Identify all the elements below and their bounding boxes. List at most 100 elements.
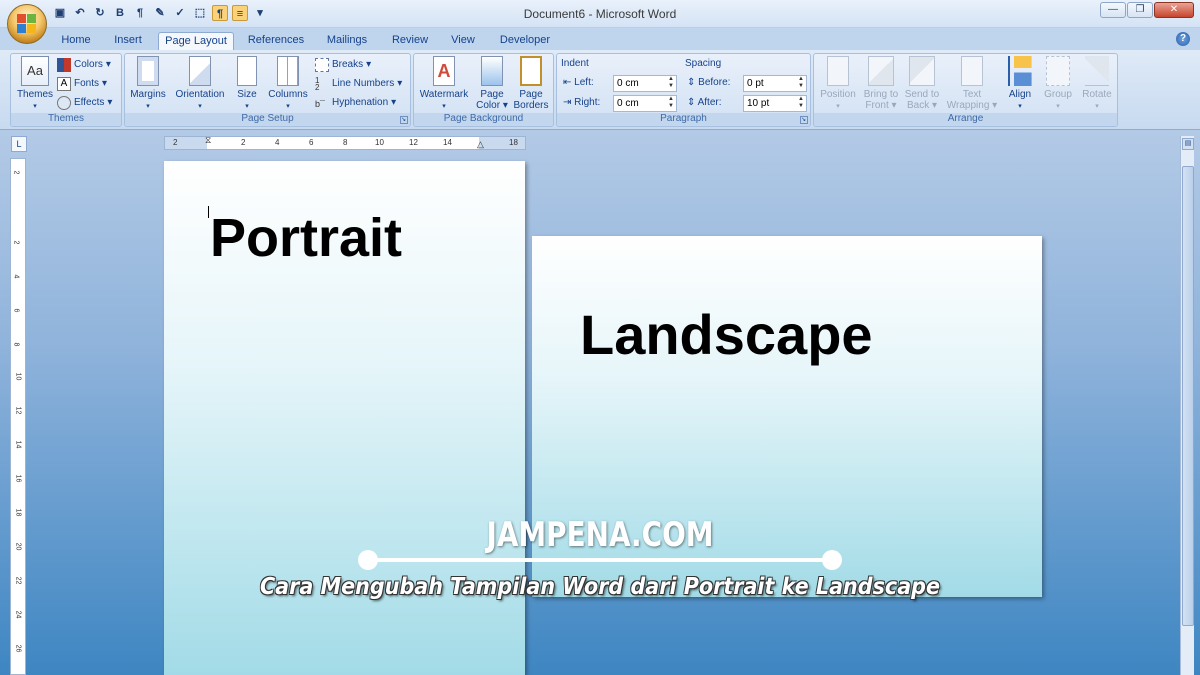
hyphenation-button[interactable]: b¯ Hyphenation ▾ <box>315 95 396 111</box>
theme-fonts-label: Fonts <box>74 78 100 89</box>
columns-button[interactable]: Columns ▾ <box>265 56 311 112</box>
right-indent-marker-icon[interactable]: △ <box>477 139 484 150</box>
horizontal-ruler[interactable]: 2 2 4 6 8 10 12 14 18 ⧖ △ <box>164 135 526 150</box>
indent-left-value: 0 cm <box>617 78 639 89</box>
tab-home[interactable]: Home <box>56 32 96 50</box>
bring-to-front-label-2: Front <box>865 100 889 111</box>
watermark-button[interactable]: A Watermark ▾ <box>416 56 472 112</box>
bring-to-front-icon <box>868 56 894 86</box>
size-label: Size <box>237 89 257 100</box>
bring-to-front-button[interactable]: Bring to Front ▾ <box>860 56 902 111</box>
align-button[interactable]: Align ▾ <box>1002 56 1038 112</box>
help-icon[interactable]: ? <box>1176 32 1190 46</box>
ruler-tick: 8 <box>343 138 348 147</box>
columns-label: Columns <box>268 89 308 100</box>
ruler-tick: 4 <box>12 274 20 279</box>
rotate-icon <box>1085 56 1109 86</box>
indent-heading: Indent <box>561 58 589 69</box>
tab-review[interactable]: Review <box>386 32 434 50</box>
group-button[interactable]: Group ▾ <box>1040 56 1076 112</box>
page-borders-label-1: Page <box>519 89 543 100</box>
spin-arrows-icon[interactable]: ▲ ▼ <box>798 76 804 90</box>
hyphenation-label: Hyphenation <box>332 97 389 108</box>
tab-selector-button[interactable]: L <box>11 136 27 152</box>
breaks-button[interactable]: Breaks ▾ <box>315 57 371 73</box>
themes-icon: Aa <box>21 56 49 86</box>
spin-arrows-icon[interactable]: ▲ ▼ <box>668 96 674 110</box>
vertical-ruler[interactable]: 2 2 4 6 8 10 12 14 16 18 20 22 24 26 <box>10 158 26 675</box>
theme-colors-button[interactable]: Colors ▾ <box>57 57 111 73</box>
orientation-button[interactable]: Orientation ▾ <box>169 56 231 112</box>
position-button[interactable]: Position ▾ <box>816 56 860 112</box>
indent-marker-icon[interactable]: ⧖ <box>205 135 211 146</box>
landscape-text: Landscape <box>580 303 873 366</box>
line-numbers-button[interactable]: 1 2 Line Numbers ▾ <box>315 76 402 92</box>
tab-insert[interactable]: Insert <box>108 32 148 50</box>
tab-page-layout[interactable]: Page Layout <box>158 32 234 50</box>
indent-right-label: ⇥ Right: <box>563 97 601 108</box>
spin-arrows-icon[interactable]: ▲ ▼ <box>798 96 804 110</box>
window-title: Document6 - Microsoft Word <box>523 7 677 21</box>
scrollbar-thumb[interactable] <box>1182 166 1194 626</box>
text-wrapping-label-1: Text <box>962 89 982 100</box>
spacing-after-input[interactable]: 10 pt ▲ ▼ <box>743 95 807 112</box>
margins-icon <box>137 56 159 86</box>
spin-arrows-icon[interactable]: ▲ ▼ <box>668 76 674 90</box>
themes-label: Themes <box>16 89 54 100</box>
indent-right-input[interactable]: 0 cm ▲ ▼ <box>613 95 677 112</box>
text-cursor <box>208 206 209 218</box>
tab-view[interactable]: View <box>444 32 482 50</box>
orientation-icon <box>189 56 211 86</box>
ruler-tick: 24 <box>14 610 22 619</box>
theme-fonts-button[interactable]: A Fonts ▾ <box>57 76 107 92</box>
ruler-tick: 2 <box>241 138 246 147</box>
spacing-before-value: 0 pt <box>747 78 764 89</box>
indent-left-text: Left: <box>574 77 594 88</box>
tab-mailings[interactable]: Mailings <box>318 32 376 50</box>
ruler-toggle-icon[interactable]: ▤ <box>1182 138 1194 150</box>
page-borders-button[interactable]: Page Borders <box>512 56 550 111</box>
size-button[interactable]: Size ▾ <box>233 56 261 112</box>
indent-left-input[interactable]: 0 cm ▲ ▼ <box>613 75 677 92</box>
ruler-tick: 2 <box>12 170 20 175</box>
ruler-right-margin <box>479 137 525 149</box>
office-logo-icon <box>17 14 37 34</box>
spacing-before-input[interactable]: 0 pt ▲ ▼ <box>743 75 807 92</box>
ruler-tick: 10 <box>375 138 384 147</box>
themes-button[interactable]: Aa Themes ▾ <box>15 56 55 112</box>
tab-developer[interactable]: Developer <box>492 32 558 50</box>
rotate-button[interactable]: Rotate ▾ <box>1078 56 1116 112</box>
tab-references[interactable]: References <box>244 32 308 50</box>
page-color-button[interactable]: Page Color ▾ <box>474 56 510 111</box>
breaks-label: Breaks <box>332 59 364 70</box>
send-to-back-icon <box>909 56 935 86</box>
theme-effects-button[interactable]: Effects ▾ <box>57 95 112 111</box>
page-borders-icon <box>520 56 542 86</box>
minimize-button[interactable]: — <box>1100 2 1126 18</box>
indent-left-label: ⇤ Left: <box>563 77 594 88</box>
themes-group: Aa Themes ▾ Colors ▾ A Fonts ▾ Effects ▾ T… <box>10 53 122 127</box>
theme-colors-label: Colors <box>74 59 103 70</box>
vertical-scrollbar[interactable]: ▤ <box>1180 136 1194 675</box>
office-button[interactable] <box>7 4 47 44</box>
indent-right-text: Right: <box>574 97 601 108</box>
ruler-tick: 2 <box>173 138 178 147</box>
paragraph-launcher-icon[interactable]: ↘ <box>800 116 808 124</box>
spacing-after-value: 10 pt <box>747 98 770 109</box>
bring-to-front-label-1: Bring to <box>863 89 899 100</box>
send-to-back-button[interactable]: Send to Back ▾ <box>902 56 942 111</box>
page-setup-launcher-icon[interactable]: ↘ <box>400 116 408 124</box>
page-background-group: A Watermark ▾ Page Color ▾ Page Borders Pag… <box>413 53 554 127</box>
close-button[interactable]: ✕ <box>1154 2 1194 18</box>
maximize-button[interactable]: ❐ <box>1127 2 1153 18</box>
ruler-tick: 6 <box>309 138 314 147</box>
text-wrapping-button[interactable]: Text Wrapping ▾ <box>942 56 1002 111</box>
theme-colors-icon <box>57 58 71 72</box>
window-controls: — ❐ ✕ <box>1100 2 1194 18</box>
margins-button[interactable]: Margins ▾ <box>127 56 169 112</box>
watermark-label: Watermark <box>419 89 469 100</box>
divider-dot-left <box>358 550 378 570</box>
hyphenation-icon: b¯ <box>315 99 325 109</box>
position-icon <box>827 56 849 86</box>
theme-effects-icon <box>57 96 71 110</box>
